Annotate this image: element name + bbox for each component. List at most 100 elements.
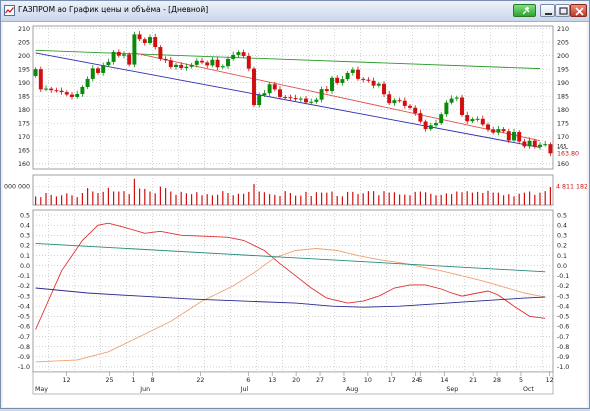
volume-bar	[232, 195, 234, 205]
price-panel-frame	[32, 25, 554, 170]
volume-bar	[497, 192, 499, 205]
candle-body	[460, 97, 464, 116]
volume-bar	[76, 197, 78, 205]
volume-bar	[107, 187, 109, 205]
candle-body	[548, 144, 553, 154]
volume-bar	[440, 194, 442, 205]
minimize-button[interactable]	[540, 4, 555, 17]
candle-body	[210, 59, 215, 66]
candle-body	[220, 66, 225, 68]
volume-bar	[367, 191, 369, 205]
volume-bar	[414, 191, 416, 205]
candle-body	[226, 58, 230, 67]
candle-body	[184, 66, 189, 69]
volume-bar	[81, 193, 83, 205]
volume-bar	[61, 195, 63, 205]
candle-body	[350, 69, 355, 73]
candle-body	[90, 68, 95, 79]
price-tick-left: 165	[18, 147, 30, 154]
volume-bar	[279, 196, 281, 205]
x-day-label: 1	[131, 377, 135, 384]
oscillator-tick-left: -0.7	[18, 334, 30, 341]
volume-bar	[300, 195, 302, 205]
candle-body	[205, 62, 210, 66]
volume-bar	[222, 191, 224, 205]
oscillator-tick-right: -0.6	[557, 324, 569, 331]
x-day-label: 12	[62, 377, 70, 384]
price-tick-right: 185	[557, 93, 569, 100]
candle-body	[54, 90, 59, 92]
chart-window: ГАЗПРОМ ао График цены и объёма - [Дневн…	[0, 0, 590, 409]
volume-bar	[295, 195, 297, 205]
x-day-label: 5	[519, 377, 523, 384]
price-tick-left: 205	[18, 39, 30, 46]
volume-bar	[393, 192, 395, 205]
close-icon	[575, 7, 584, 16]
oscillator-tick-left: 0.4	[20, 222, 30, 229]
pin-button[interactable]	[513, 4, 536, 17]
oscillator-tick-right: -0.4	[557, 303, 569, 310]
volume-bar	[144, 188, 146, 205]
candle-body	[59, 90, 64, 93]
volume-bar	[211, 195, 213, 205]
x-day-label: 27	[316, 377, 324, 384]
chart-area[interactable]: 210 210 205 205 200 200 195 195 190 190 185 185 180 1…	[0, 22, 588, 407]
volume-bar	[263, 192, 265, 205]
title-bar[interactable]: ГАЗПРОМ ао График цены и объёма - [Дневн…	[1, 1, 589, 22]
candle-body	[200, 60, 204, 63]
volume-bar	[55, 196, 57, 205]
candle-body	[491, 129, 496, 133]
oscillator-tick-right: 0.5	[557, 212, 567, 219]
candle-body	[257, 95, 262, 106]
candle-body	[428, 125, 433, 130]
candle-body	[309, 101, 314, 103]
candle-body	[215, 59, 220, 68]
candle-body	[49, 88, 54, 91]
candle-body	[376, 83, 381, 86]
volume-bar	[201, 195, 203, 205]
candle-body	[382, 83, 386, 95]
volume-bar	[206, 194, 208, 205]
volume-bar	[331, 191, 333, 205]
candle-body	[38, 69, 43, 90]
oscillator-tick-left: -0.1	[18, 273, 30, 280]
volume-bar	[97, 193, 99, 205]
volume-bar	[492, 192, 494, 205]
maximize-button[interactable]	[555, 4, 570, 17]
x-month-label: Jun	[139, 386, 150, 393]
volume-bar	[503, 195, 505, 205]
oscillator-tick-left: 0.0	[20, 263, 30, 270]
oscillator-tick-left: -1.0	[18, 364, 30, 371]
chart-canvas[interactable]: 210 210205 205200 200195 195190 190185 185180 1…	[0, 22, 588, 407]
candle-body	[262, 93, 267, 96]
price-tick-right: 195	[557, 66, 569, 73]
price-tick-left: 175	[18, 120, 30, 127]
x-day-label: 10	[364, 377, 372, 384]
close-button[interactable]	[570, 4, 587, 17]
volume-bar	[50, 194, 52, 205]
oscillator-tick-left: -0.5	[18, 314, 30, 321]
oscillator-tick-left: 0.2	[20, 243, 30, 250]
price-tick-right: 180	[557, 107, 569, 114]
volume-bar	[315, 192, 317, 205]
candle-body	[444, 102, 449, 115]
volume-bar	[71, 195, 73, 205]
volume-bar	[466, 191, 468, 205]
candle-body	[122, 54, 126, 56]
candle-body	[168, 60, 173, 68]
candle-body	[231, 54, 236, 59]
volume-bar	[388, 192, 390, 205]
candle-body	[397, 100, 402, 102]
volume-bar	[92, 191, 94, 205]
x-day-label: 3	[342, 377, 346, 384]
volume-bar	[435, 195, 437, 205]
oscillator-tick-right: -1.0	[557, 364, 569, 371]
candle-body	[158, 47, 163, 59]
price-tick-clipped: 165	[557, 144, 567, 150]
price-tick-left: 210	[18, 26, 30, 33]
candle-body	[501, 129, 506, 132]
volume-bar	[154, 193, 156, 205]
volume-bar	[321, 192, 323, 205]
volume-bar	[45, 193, 47, 205]
price-tick-right: 205	[557, 39, 569, 46]
